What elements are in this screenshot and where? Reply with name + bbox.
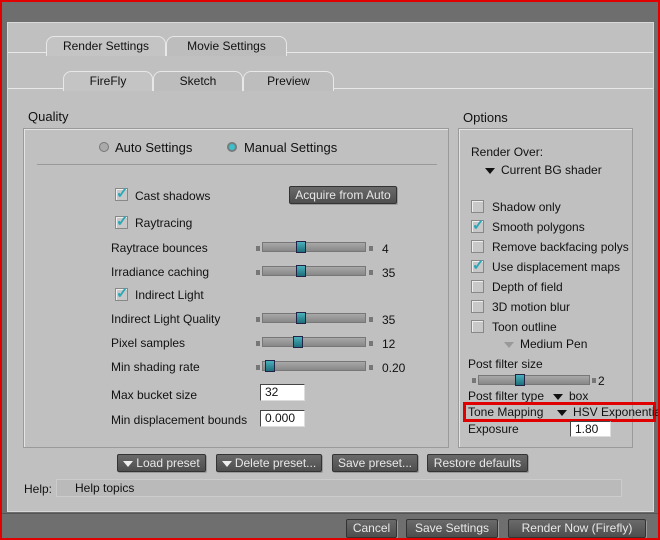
options-title: Options [463,110,508,125]
cast-shadows-label: Cast shadows [135,189,211,203]
post-filter-size-value: 2 [598,374,605,388]
slider-label: Irradiance caching [111,265,210,279]
tab-movie-settings[interactable]: Movie Settings [166,36,287,56]
option-checkbox[interactable] [471,300,484,313]
min-displacement-label: Min displacement bounds [111,413,248,427]
quality-panel [23,128,449,448]
slider-thumb[interactable] [265,360,275,372]
slider-value: 4 [382,242,389,256]
option-checkbox[interactable] [471,200,484,213]
slider-thumb[interactable] [293,336,303,348]
save-preset-button[interactable]: Save preset... [332,454,418,472]
option-label: 3D motion blur [492,300,571,314]
raytracing-label: Raytracing [135,216,193,230]
quality-slider[interactable] [262,312,366,324]
dropdown-arrow-icon [557,409,567,416]
slider-label: Min shading rate [111,360,200,374]
slider-min-mark [256,317,260,322]
raytracing-checkbox[interactable] [115,212,129,230]
slider-min-mark [256,365,260,370]
exposure-input[interactable]: 1.80 [570,421,611,437]
option-label: Remove backfacing polys [492,240,629,254]
help-label: Help: [24,482,53,496]
slider-label: Indirect Light Quality [111,312,221,326]
slider-value: 0.20 [382,361,406,375]
slider-min-mark [256,341,260,346]
tab-preview[interactable]: Preview [243,71,334,91]
slider-thumb[interactable] [296,312,306,324]
quality-slider[interactable] [262,241,366,253]
slider-max-mark [369,365,373,370]
slider-thumb[interactable] [296,265,306,277]
restore-defaults-button[interactable]: Restore defaults [427,454,528,472]
cancel-button[interactable]: Cancel [346,519,397,538]
option-label: Depth of field [492,280,563,294]
cast-shadows-checkbox[interactable] [115,184,129,202]
tab-firefly[interactable]: FireFly [63,71,153,91]
pen-value: Medium Pen [520,337,588,351]
pen-dropdown[interactable]: Medium Pen [504,337,587,351]
slider-value: 12 [382,337,396,351]
dropdown-arrow-icon [485,167,495,174]
option-checkbox[interactable] [471,240,484,253]
manual-settings-radio[interactable] [227,142,237,152]
slider-value: 35 [382,266,396,280]
quality-title: Quality [28,109,69,124]
slider-label: Pixel samples [111,336,186,350]
slider-max-mark [592,378,596,383]
slider-min-mark [256,246,260,251]
option-checkbox[interactable] [471,280,484,293]
tone-mapping-dropdown[interactable]: HSV Exponential [557,405,660,419]
tone-mapping-value: HSV Exponential [573,405,660,419]
acquire-from-auto-button[interactable]: Acquire from Auto [289,186,397,204]
load-preset-button[interactable]: Load preset [117,454,206,472]
slider-max-mark [369,270,373,275]
option-checkbox[interactable] [471,216,485,234]
option-checkbox[interactable] [471,256,485,274]
render-now-button[interactable]: Render Now (Firefly) [508,519,646,538]
slider-max-mark [369,341,373,346]
slider-max-mark [369,317,373,322]
indirect-light-label: Indirect Light [135,288,204,302]
dropdown-arrow-icon [553,393,563,400]
help-topics-field[interactable]: Help topics [56,479,622,497]
max-bucket-label: Max bucket size [111,388,198,402]
slider-thumb[interactable] [296,241,306,253]
min-displacement-input[interactable]: 0.000 [260,410,305,427]
tone-mapping-label: Tone Mapping [468,405,544,419]
slider-min-mark [472,378,476,383]
save-settings-button[interactable]: Save Settings [406,519,498,538]
post-filter-size-label: Post filter size [468,357,543,371]
quality-slider[interactable] [262,265,366,277]
auto-settings-radio[interactable] [99,142,109,152]
render-over-label: Render Over: [471,145,544,159]
quality-slider[interactable] [262,336,366,348]
slider-label: Raytrace bounces [111,241,208,255]
exposure-label: Exposure [468,422,519,436]
manual-settings-label: Manual Settings [244,140,338,155]
option-label: Smooth polygons [492,220,585,234]
option-checkbox[interactable] [471,320,484,333]
slider-min-mark [256,270,260,275]
post-filter-type-dropdown[interactable]: box [553,389,588,403]
option-label: Toon outline [492,320,557,334]
quality-slider[interactable] [262,360,366,372]
option-label: Shadow only [492,200,561,214]
post-filter-type-value: box [569,389,589,403]
indirect-light-checkbox[interactable] [115,284,129,302]
max-bucket-input[interactable]: 32 [260,384,305,401]
dropdown-arrow-icon [504,341,514,348]
slider-max-mark [369,246,373,251]
delete-preset-button[interactable]: Delete preset... [216,454,322,472]
slider-thumb[interactable] [515,374,525,386]
tab-render-settings[interactable]: Render Settings [46,36,166,56]
auto-settings-label: Auto Settings [115,140,193,155]
slider-value: 35 [382,313,396,327]
render-over-dropdown[interactable]: Current BG shader [485,163,602,177]
tab-sketch[interactable]: Sketch [153,71,243,91]
option-label: Use displacement maps [492,260,621,274]
render-over-value: Current BG shader [501,163,602,177]
post-filter-size-slider[interactable] [478,374,590,386]
post-filter-type-label: Post filter type [468,389,545,403]
